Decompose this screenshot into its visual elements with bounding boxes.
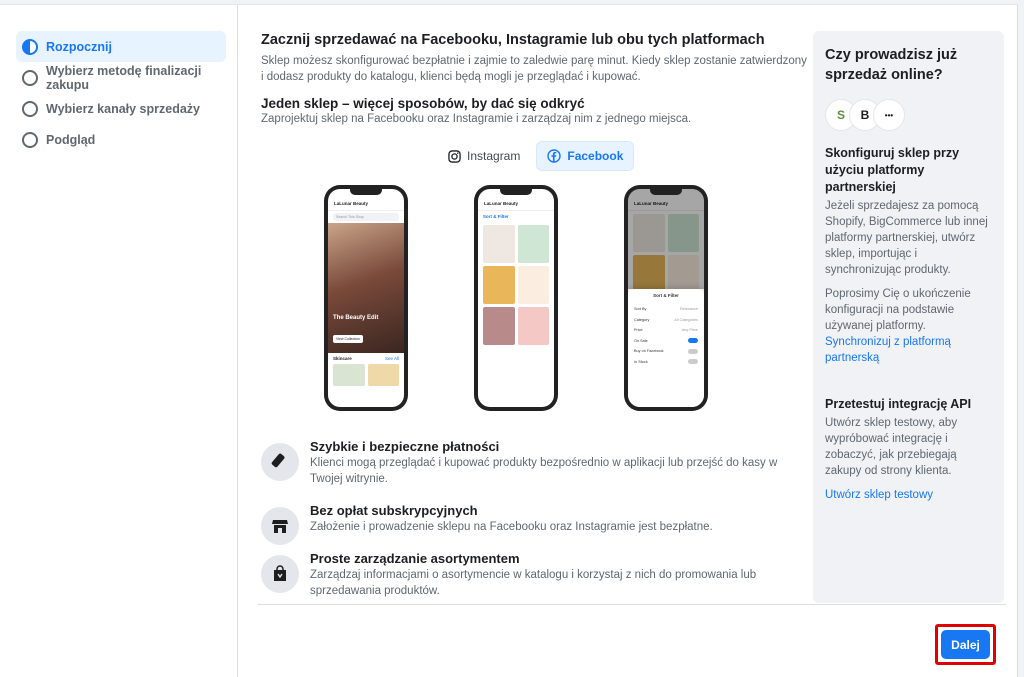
feature-title: Bez opłat subskrypcyjnych [310, 503, 478, 518]
phone-screen: LaLunar Beauty Sort & Filter Sort By Rele… [628, 189, 704, 407]
step-circle-icon [22, 131, 38, 148]
partner-sync-link[interactable]: Synchronizuj z platformą partnerską [825, 334, 992, 366]
section-title: Jeden sklep – więcej sposobów, by dać si… [261, 96, 585, 111]
phone-preview-home: LaLunar Beauty Search This Shop The Beau… [324, 185, 408, 411]
feature-title: Proste zarządzanie asortymentem [310, 551, 520, 566]
step-label: Podgląd [46, 132, 96, 147]
feature-title: Szybkie i bezpieczne płatności [310, 439, 500, 454]
footer-divider [258, 604, 1006, 605]
partner-desc-2: Poprosimy Cię o ukończenie konfiguracji … [825, 288, 971, 332]
feature-desc: Założenie i prowadzenie sklepu na Facebo… [310, 521, 713, 533]
phone-preview-grid: LaLunar Beauty Sort & Filter [474, 185, 558, 411]
phone-notch [500, 189, 532, 195]
overlay-dim [628, 189, 704, 289]
hero-image: The Beauty Edit View Collection [328, 223, 404, 353]
product-tile [517, 307, 549, 345]
phone-screen: LaLunar Beauty Sort & Filter [478, 189, 554, 407]
shop-name: LaLunar Beauty [328, 199, 404, 211]
main-content: Zacznij sprzedawać na Facebooku, Instagr… [258, 5, 807, 605]
step-label: Wybierz metodę finalizacji zakupu [46, 63, 202, 92]
product-grid [478, 222, 554, 348]
more-partners-icon: ••• [873, 99, 905, 131]
bag-icon [261, 555, 299, 593]
shop-name: LaLunar Beauty [478, 199, 554, 211]
filter-row: Sort By Relevance [634, 307, 698, 312]
phone-preview-filter: LaLunar Beauty Sort & Filter Sort By Rele… [624, 185, 708, 411]
shop-icon [261, 507, 299, 545]
product-tile [483, 266, 515, 304]
product-tile [517, 225, 549, 263]
filter-row: On Sale [634, 336, 698, 347]
phone-notch [350, 189, 382, 195]
see-all-link: See All [384, 356, 399, 361]
intro-text: Sklep możesz skonfigurować bezpłatnie i … [261, 55, 807, 83]
step-list: Rozpocznij Wybierz metodę finalizacji za… [16, 31, 226, 155]
right-panel: Czy prowadzisz już sprzedaż online? S B … [813, 31, 1004, 603]
progress-sidebar: Rozpocznij Wybierz metodę finalizacji za… [0, 5, 238, 677]
panel-heading: Czy prowadzisz już sprzedaż online? [825, 47, 958, 83]
tab-facebook[interactable]: Facebook [536, 141, 635, 171]
toggle-off [688, 359, 698, 365]
partner-logos: S B ••• [825, 99, 992, 131]
phone-screen: LaLunar Beauty Search This Shop The Beau… [328, 189, 404, 407]
step-circle-icon [22, 69, 38, 86]
card-icon [261, 443, 299, 481]
section-heading: Skincare See All [328, 353, 404, 364]
shop-search: Search This Shop [333, 213, 399, 221]
step-preview[interactable]: Podgląd [16, 124, 226, 155]
section-name: Skincare [333, 356, 352, 361]
page-title: Zacznij sprzedawać na Facebooku, Instagr… [261, 32, 765, 48]
filter-row: Category All Categories [634, 317, 698, 322]
toggle-off [688, 348, 698, 354]
facebook-icon [547, 149, 562, 163]
api-title: Przetestuj integrację API [825, 397, 972, 411]
tab-label: Facebook [567, 149, 624, 163]
filter-row: Buy on Facebook [634, 346, 698, 357]
filter-row: Price Any Price [634, 328, 698, 333]
hero-title: The Beauty Edit [333, 315, 379, 321]
phone-previews: LaLunar Beauty Search This Shop The Beau… [324, 185, 744, 411]
partner-title: Skonfiguruj sklep przy użyciu platformy … [825, 146, 960, 194]
toggle-on [688, 338, 698, 344]
sort-filter-link: Sort & Filter [483, 214, 509, 219]
filter-sheet: Sort & Filter Sort By Relevance Category A… [628, 289, 704, 407]
product-tile [517, 266, 549, 304]
instagram-icon [448, 149, 461, 163]
phone-notch [650, 189, 682, 195]
product-tile [483, 225, 515, 263]
step-checkout-method[interactable]: Wybierz metodę finalizacji zakupu [16, 62, 226, 93]
step-label: Rozpocznij [46, 39, 112, 54]
platform-tabs: Instagram Facebook [438, 141, 635, 171]
step-label: Wybierz kanały sprzedaży [46, 101, 201, 116]
test-shop-link[interactable]: Utwórz sklep testowy [825, 487, 992, 503]
tab-instagram[interactable]: Instagram [438, 141, 530, 171]
sheet-title: Sort & Filter [653, 293, 679, 298]
next-button-highlight: Dalej [935, 624, 996, 665]
feature-desc: Klienci mogą przeglądać i kupować produk… [310, 457, 778, 485]
step-start[interactable]: Rozpocznij [16, 31, 226, 62]
product-tile [483, 307, 515, 345]
filter-row: In Stock [634, 357, 698, 368]
feature-desc: Zarządzaj informacjami o asortymencie w … [310, 569, 757, 597]
step-progress-icon [22, 38, 38, 55]
hero-button: View Collection [333, 335, 363, 343]
api-desc: Utwórz sklep testowy, aby wypróbować int… [825, 417, 958, 477]
section-text: Zaprojektuj sklep na Facebooku oraz Inst… [261, 113, 692, 125]
step-sales-channels[interactable]: Wybierz kanały sprzedaży [16, 93, 226, 124]
next-button[interactable]: Dalej [941, 630, 990, 659]
app-frame: Rozpocznij Wybierz metodę finalizacji za… [0, 4, 1018, 677]
step-circle-icon [22, 100, 38, 117]
tab-label: Instagram [467, 149, 521, 163]
product-strip [328, 364, 404, 386]
partner-desc: Jeżeli sprzedajesz za pomocą Shopify, Bi… [825, 200, 988, 276]
